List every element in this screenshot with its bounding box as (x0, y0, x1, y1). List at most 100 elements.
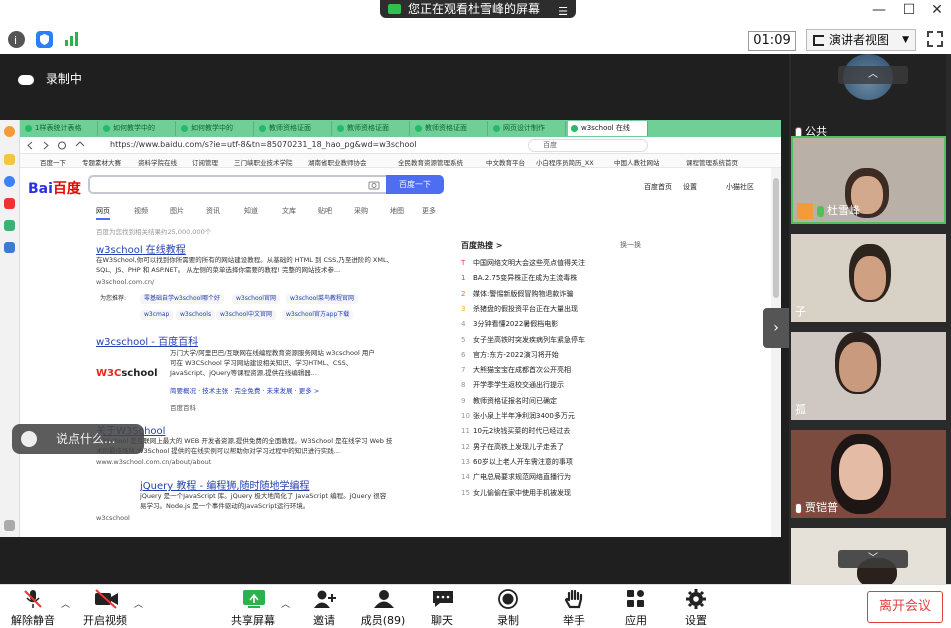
browser-tab[interactable]: 教师资格证面 (412, 121, 488, 136)
top-link[interactable]: 小猫社区 (726, 182, 754, 192)
hot-search-item[interactable]: 15 女儿偷偷在家中使用手机被发现 (461, 488, 571, 498)
search-tab[interactable]: 地图 (390, 206, 404, 216)
page-scrollbar[interactable] (771, 168, 781, 537)
related-chip[interactable]: w3school官方app下载 (282, 310, 354, 320)
bookmark-item[interactable]: 课程管理系统首页 (686, 157, 738, 167)
hot-search-item[interactable]: 6 官方:东方-2022演习将开始 (461, 350, 559, 360)
hot-search-item[interactable]: 12 男子在高铁上发现儿子走丢了 (461, 442, 564, 452)
search-tab[interactable]: 贴吧 (318, 206, 332, 216)
browser-tab[interactable]: 1样表统计表格 (22, 121, 98, 136)
shield-icon[interactable] (36, 31, 53, 48)
close-button[interactable]: ✕ (926, 1, 948, 21)
hot-search-item[interactable]: 7 大熊猫宝宝在成都首次公开亮相 (461, 365, 571, 375)
star-icon[interactable] (4, 154, 15, 165)
chevron-up-icon[interactable]: ︿ (61, 597, 70, 610)
hot-search-item[interactable]: 13 60岁以上老人开车需注意的事项 (461, 457, 573, 467)
chevron-up-icon[interactable]: ︿ (281, 597, 290, 610)
bookmark-item[interactable]: 中文教育平台 (486, 157, 525, 167)
scrollbar-thumb[interactable] (773, 178, 779, 298)
result-url[interactable]: w3school.com.cn/ (96, 278, 154, 286)
bookmark-item[interactable]: 全民教育资源管理系统 (398, 157, 463, 167)
members-button[interactable]: 成员(89) (358, 589, 408, 628)
gallery-scroll-down[interactable]: ﹀ (838, 550, 908, 568)
related-chip[interactable]: w3cmap (140, 310, 174, 320)
hot-search-item[interactable]: 11 10元2块钱买菜的时代已经过去 (461, 426, 570, 436)
browser-tab[interactable]: 教师资格证面 (334, 121, 410, 136)
settings-button[interactable]: 设置 (678, 589, 714, 628)
hot-search-item[interactable]: 8 开学季学生返校交通出行提示 (461, 380, 564, 390)
hot-search-item[interactable]: 2 媒体:警惕新版假冒购物退款诈骗 (461, 289, 573, 299)
chevron-up-icon[interactable]: ︿ (134, 597, 143, 610)
hot-search-item[interactable]: 3 杀猪盘的假投资平台正在大量出现 (461, 304, 578, 314)
start-video-button[interactable]: 开启视频 (82, 589, 128, 628)
result-title[interactable]: w3school 在线教程 (96, 241, 186, 256)
baidu-logo[interactable]: Bai百度 (28, 178, 81, 198)
minimize-button[interactable]: — (868, 1, 890, 21)
hot-search-item[interactable]: 5 女子坐高铁时突发疾病列车紧急停车 (461, 335, 585, 345)
related-chip[interactable]: w3schools (176, 310, 216, 320)
gallery-collapse-button[interactable]: › (763, 308, 789, 348)
hot-search-item[interactable]: 10 张小泉上半年净利润3400多万元 (461, 411, 575, 421)
participant-tile[interactable]: 孤 (791, 332, 946, 420)
url-input[interactable]: https://www.baidu.com/s?ie=utf-8&tn=8507… (110, 140, 417, 149)
result-title[interactable]: jQuery 教程 - 编程狮,随时随地学编程 (140, 477, 310, 492)
top-link[interactable]: 百度首页 (644, 182, 672, 192)
fullscreen-icon[interactable] (927, 31, 943, 47)
search-tab[interactable]: 视频 (134, 206, 148, 216)
video-icon[interactable] (4, 198, 15, 209)
browser-search-box[interactable]: 百度 (528, 139, 648, 152)
search-tab[interactable]: 文库 (282, 206, 296, 216)
result-links[interactable]: 简要概况 · 技术主张 · 完全免费 · 未来发展 · 更多 > (170, 386, 380, 396)
clock-icon[interactable] (4, 176, 15, 187)
bookmark-item[interactable]: 专题素材大赛 (82, 157, 121, 167)
search-tab-web[interactable]: 网页 (96, 206, 110, 220)
bookmark-item[interactable]: 小白程序员简历_XX (536, 157, 594, 167)
bookmark-item[interactable]: 资料学院在线 (138, 157, 177, 167)
nav-arrows-icon[interactable] (26, 140, 96, 151)
hot-search-title[interactable]: 百度热搜 > (461, 240, 503, 251)
browser-tab[interactable]: 教师资格证面 (256, 121, 332, 136)
apps-button[interactable]: 应用 (618, 589, 654, 628)
info-icon[interactable]: i (8, 31, 25, 48)
search-tab[interactable]: 知道 (244, 206, 258, 216)
bookmark-item[interactable]: 湖南省职业教师协会 (308, 157, 367, 167)
participant-tile-active[interactable]: 杜雪峰 (791, 136, 946, 224)
hot-search-item[interactable]: 4 3分钟看懂2022暑假档电影 (461, 319, 558, 329)
browser-tab[interactable]: 网页设计制作 (490, 121, 566, 136)
leave-meeting-button[interactable]: 离开会议 (867, 591, 943, 623)
hot-search-item[interactable]: T 中国网络文明大会这些亮点值得关注 (461, 258, 585, 268)
share-screen-button[interactable]: 共享屏幕 (230, 589, 276, 628)
hot-search-item[interactable]: 14 广电总局要求规范网络直播行为 (461, 472, 571, 482)
unmute-button[interactable]: 解除静音 (10, 589, 56, 628)
w3cschool-logo[interactable]: W3Cschool (96, 368, 164, 390)
browser-tab-active[interactable]: w3school 在线 (568, 121, 648, 136)
participant-tile[interactable]: 子 (791, 234, 946, 322)
apps-icon[interactable] (4, 220, 15, 231)
view-mode-dropdown[interactable]: 演讲者视图 ▼ (806, 29, 916, 51)
result-url[interactable]: w3cschool (96, 514, 130, 522)
bookmark-item[interactable]: 三门峡职业技术学院 (234, 157, 293, 167)
bookmark-item[interactable]: 中国人教社网站 (614, 157, 660, 167)
tools-icon[interactable] (4, 242, 15, 253)
chat-bubble[interactable]: 说点什么... (12, 424, 144, 454)
network-signal-icon[interactable] (64, 31, 80, 47)
chat-button[interactable]: 聊天 (424, 589, 460, 628)
invite-button[interactable]: 邀请 (304, 589, 344, 628)
related-chip[interactable]: w3school菜鸟教程官网 (286, 294, 358, 304)
browser-tab[interactable]: 如何教学中的 (100, 121, 176, 136)
result-title[interactable]: w3cschool - 百度百科 (96, 333, 198, 348)
bookmark-item[interactable]: 百度一下 (40, 157, 66, 167)
gallery-scroll-up[interactable]: ︿ (838, 66, 908, 84)
search-tab[interactable]: 更多 (422, 206, 436, 216)
result-url[interactable]: www.w3school.com.cn/about/about (96, 458, 211, 466)
baidu-search-input[interactable] (88, 175, 386, 194)
maximize-button[interactable]: ☐ (898, 1, 920, 21)
hot-search-item[interactable]: 1 BA.2.75变异株正在成为主流毒株 (461, 273, 577, 283)
hot-search-item[interactable]: 9 教师资格证报名时间已确定 (461, 396, 557, 406)
share-notice-pill[interactable]: 您正在观看杜雪峰的屏幕 ☰ (380, 0, 576, 18)
participant-tile[interactable]: 贾铠普 (791, 430, 946, 518)
search-tab[interactable]: 资讯 (206, 206, 220, 216)
menu-icon[interactable]: ☰ (558, 3, 568, 21)
add-icon[interactable] (4, 520, 15, 531)
search-tab[interactable]: 采购 (354, 206, 368, 216)
